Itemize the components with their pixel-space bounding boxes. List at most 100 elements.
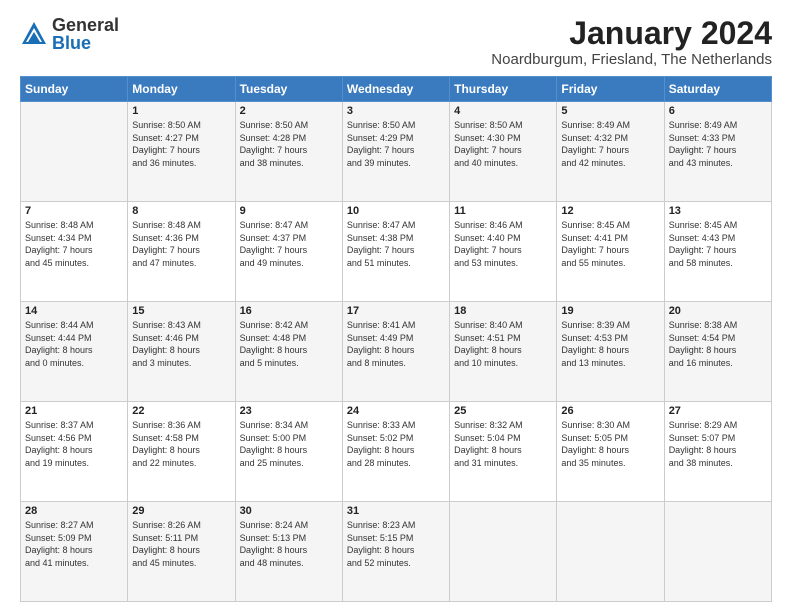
day-number: 10 bbox=[347, 205, 445, 217]
day-number: 24 bbox=[347, 405, 445, 417]
calendar-cell: 2Sunrise: 8:50 AM Sunset: 4:28 PM Daylig… bbox=[235, 102, 342, 202]
day-info: Sunrise: 8:36 AM Sunset: 4:58 PM Dayligh… bbox=[132, 419, 230, 469]
calendar-cell: 22Sunrise: 8:36 AM Sunset: 4:58 PM Dayli… bbox=[128, 402, 235, 502]
day-number: 3 bbox=[347, 105, 445, 117]
header: General Blue January 2024 Noardburgum, F… bbox=[20, 16, 772, 68]
calendar-cell: 8Sunrise: 8:48 AM Sunset: 4:36 PM Daylig… bbox=[128, 202, 235, 302]
title-block: January 2024 Noardburgum, Friesland, The… bbox=[491, 16, 772, 68]
calendar-cell bbox=[21, 102, 128, 202]
calendar-cell: 9Sunrise: 8:47 AM Sunset: 4:37 PM Daylig… bbox=[235, 202, 342, 302]
day-info: Sunrise: 8:47 AM Sunset: 4:37 PM Dayligh… bbox=[240, 219, 338, 269]
day-number: 23 bbox=[240, 405, 338, 417]
day-info: Sunrise: 8:48 AM Sunset: 4:36 PM Dayligh… bbox=[132, 219, 230, 269]
day-number: 13 bbox=[669, 205, 767, 217]
calendar-cell: 13Sunrise: 8:45 AM Sunset: 4:43 PM Dayli… bbox=[664, 202, 771, 302]
day-info: Sunrise: 8:23 AM Sunset: 5:15 PM Dayligh… bbox=[347, 519, 445, 569]
calendar-cell: 15Sunrise: 8:43 AM Sunset: 4:46 PM Dayli… bbox=[128, 302, 235, 402]
calendar-week-1: 1 Sunrise: 8:50 AM Sunset: 4:27 PM Daylig… bbox=[21, 102, 772, 202]
logo: General Blue bbox=[20, 16, 119, 52]
day-number: 19 bbox=[561, 305, 659, 317]
calendar-cell: 26 Sunrise: 8:30 AM Sunset: 5:05 PM Dayli… bbox=[557, 402, 664, 502]
day-number: 14 bbox=[25, 305, 123, 317]
calendar-week-2: 7 Sunrise: 8:48 AM Sunset: 4:34 PM Daylig… bbox=[21, 202, 772, 302]
day-info: Sunrise: 8:41 AM Sunset: 4:49 PM Dayligh… bbox=[347, 319, 445, 369]
calendar-cell: 5 Sunrise: 8:49 AM Sunset: 4:32 PM Daylig… bbox=[557, 102, 664, 202]
day-info: Sunrise: 8:48 AM Sunset: 4:34 PM Dayligh… bbox=[25, 219, 123, 269]
day-info: Sunrise: 8:50 AM Sunset: 4:29 PM Dayligh… bbox=[347, 119, 445, 169]
calendar-cell: 20 Sunrise: 8:38 AM Sunset: 4:54 PM Dayli… bbox=[664, 302, 771, 402]
calendar-cell: 6 Sunrise: 8:49 AM Sunset: 4:33 PM Daylig… bbox=[664, 102, 771, 202]
day-info: Sunrise: 8:26 AM Sunset: 5:11 PM Dayligh… bbox=[132, 519, 230, 569]
calendar-week-5: 28 Sunrise: 8:27 AM Sunset: 5:09 PM Dayli… bbox=[21, 502, 772, 602]
day-number: 25 bbox=[454, 405, 552, 417]
day-number: 29 bbox=[132, 505, 230, 517]
calendar-cell: 14 Sunrise: 8:44 AM Sunset: 4:44 PM Dayli… bbox=[21, 302, 128, 402]
day-number: 26 bbox=[561, 405, 659, 417]
day-info: Sunrise: 8:34 AM Sunset: 5:00 PM Dayligh… bbox=[240, 419, 338, 469]
logo-general: General bbox=[52, 16, 119, 34]
calendar-cell: 19 Sunrise: 8:39 AM Sunset: 4:53 PM Dayli… bbox=[557, 302, 664, 402]
calendar-cell: 10 Sunrise: 8:47 AM Sunset: 4:38 PM Dayli… bbox=[342, 202, 449, 302]
location-subtitle: Noardburgum, Friesland, The Netherlands bbox=[491, 51, 772, 68]
day-number: 1 bbox=[132, 105, 230, 117]
day-info: Sunrise: 8:50 AM Sunset: 4:28 PM Dayligh… bbox=[240, 119, 338, 169]
day-info: Sunrise: 8:27 AM Sunset: 5:09 PM Dayligh… bbox=[25, 519, 123, 569]
header-row: Sunday Monday Tuesday Wednesday Thursday… bbox=[21, 77, 772, 102]
page: General Blue January 2024 Noardburgum, F… bbox=[0, 0, 792, 612]
calendar-table: Sunday Monday Tuesday Wednesday Thursday… bbox=[20, 76, 772, 602]
day-info: Sunrise: 8:49 AM Sunset: 4:32 PM Dayligh… bbox=[561, 119, 659, 169]
day-info: Sunrise: 8:49 AM Sunset: 4:33 PM Dayligh… bbox=[669, 119, 767, 169]
day-number: 7 bbox=[25, 205, 123, 217]
month-title: January 2024 bbox=[491, 16, 772, 51]
calendar-cell: 12 Sunrise: 8:45 AM Sunset: 4:41 PM Dayli… bbox=[557, 202, 664, 302]
day-number: 20 bbox=[669, 305, 767, 317]
day-number: 5 bbox=[561, 105, 659, 117]
calendar-cell: 3 Sunrise: 8:50 AM Sunset: 4:29 PM Daylig… bbox=[342, 102, 449, 202]
day-info: Sunrise: 8:45 AM Sunset: 4:41 PM Dayligh… bbox=[561, 219, 659, 269]
day-number: 15 bbox=[132, 305, 230, 317]
day-info: Sunrise: 8:32 AM Sunset: 5:04 PM Dayligh… bbox=[454, 419, 552, 469]
day-number: 4 bbox=[454, 105, 552, 117]
calendar-cell: 24 Sunrise: 8:33 AM Sunset: 5:02 PM Dayli… bbox=[342, 402, 449, 502]
calendar-week-4: 21Sunrise: 8:37 AM Sunset: 4:56 PM Dayli… bbox=[21, 402, 772, 502]
calendar-cell: 4 Sunrise: 8:50 AM Sunset: 4:30 PM Daylig… bbox=[450, 102, 557, 202]
day-info: Sunrise: 8:24 AM Sunset: 5:13 PM Dayligh… bbox=[240, 519, 338, 569]
logo-text: General Blue bbox=[52, 16, 119, 52]
calendar-cell: 11Sunrise: 8:46 AM Sunset: 4:40 PM Dayli… bbox=[450, 202, 557, 302]
day-info: Sunrise: 8:39 AM Sunset: 4:53 PM Dayligh… bbox=[561, 319, 659, 369]
day-info: Sunrise: 8:42 AM Sunset: 4:48 PM Dayligh… bbox=[240, 319, 338, 369]
day-info: Sunrise: 8:50 AM Sunset: 4:27 PM Dayligh… bbox=[132, 119, 230, 169]
day-number: 12 bbox=[561, 205, 659, 217]
day-info: Sunrise: 8:44 AM Sunset: 4:44 PM Dayligh… bbox=[25, 319, 123, 369]
day-info: Sunrise: 8:47 AM Sunset: 4:38 PM Dayligh… bbox=[347, 219, 445, 269]
calendar-cell: 1 Sunrise: 8:50 AM Sunset: 4:27 PM Daylig… bbox=[128, 102, 235, 202]
calendar-cell: 28 Sunrise: 8:27 AM Sunset: 5:09 PM Dayli… bbox=[21, 502, 128, 602]
calendar-week-3: 14 Sunrise: 8:44 AM Sunset: 4:44 PM Dayli… bbox=[21, 302, 772, 402]
logo-icon bbox=[20, 20, 48, 48]
calendar-cell: 16 Sunrise: 8:42 AM Sunset: 4:48 PM Dayli… bbox=[235, 302, 342, 402]
calendar-body: 1 Sunrise: 8:50 AM Sunset: 4:27 PM Daylig… bbox=[21, 102, 772, 602]
calendar-cell bbox=[664, 502, 771, 602]
day-info: Sunrise: 8:40 AM Sunset: 4:51 PM Dayligh… bbox=[454, 319, 552, 369]
calendar-cell: 17Sunrise: 8:41 AM Sunset: 4:49 PM Dayli… bbox=[342, 302, 449, 402]
day-number: 31 bbox=[347, 505, 445, 517]
calendar-header: Sunday Monday Tuesday Wednesday Thursday… bbox=[21, 77, 772, 102]
calendar-cell: 7 Sunrise: 8:48 AM Sunset: 4:34 PM Daylig… bbox=[21, 202, 128, 302]
header-tuesday: Tuesday bbox=[235, 77, 342, 102]
day-info: Sunrise: 8:33 AM Sunset: 5:02 PM Dayligh… bbox=[347, 419, 445, 469]
day-info: Sunrise: 8:50 AM Sunset: 4:30 PM Dayligh… bbox=[454, 119, 552, 169]
day-number: 16 bbox=[240, 305, 338, 317]
day-number: 28 bbox=[25, 505, 123, 517]
day-info: Sunrise: 8:30 AM Sunset: 5:05 PM Dayligh… bbox=[561, 419, 659, 469]
day-number: 6 bbox=[669, 105, 767, 117]
calendar-cell: 27Sunrise: 8:29 AM Sunset: 5:07 PM Dayli… bbox=[664, 402, 771, 502]
header-wednesday: Wednesday bbox=[342, 77, 449, 102]
calendar-cell: 29 Sunrise: 8:26 AM Sunset: 5:11 PM Dayli… bbox=[128, 502, 235, 602]
day-info: Sunrise: 8:29 AM Sunset: 5:07 PM Dayligh… bbox=[669, 419, 767, 469]
calendar-cell: 18 Sunrise: 8:40 AM Sunset: 4:51 PM Dayli… bbox=[450, 302, 557, 402]
day-number: 18 bbox=[454, 305, 552, 317]
calendar-cell: 31 Sunrise: 8:23 AM Sunset: 5:15 PM Dayli… bbox=[342, 502, 449, 602]
day-info: Sunrise: 8:38 AM Sunset: 4:54 PM Dayligh… bbox=[669, 319, 767, 369]
header-friday: Friday bbox=[557, 77, 664, 102]
calendar-cell bbox=[557, 502, 664, 602]
